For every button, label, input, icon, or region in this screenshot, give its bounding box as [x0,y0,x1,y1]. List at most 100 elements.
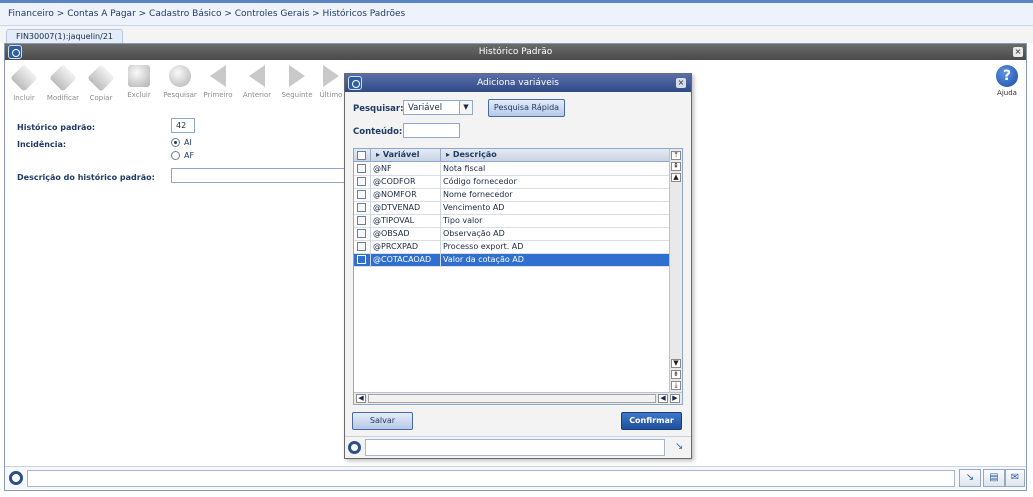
ajuda-label: Ajuda [997,89,1017,97]
last-record-icon [323,65,339,87]
table-row[interactable]: @DTVENAD Vencimento AD [354,202,670,215]
row-checkbox[interactable] [357,190,366,199]
incidencia-label: Incidência: [17,140,67,149]
confirmar-button[interactable]: Confirmar [621,412,682,430]
conteudo-label: Conteúdo: [353,127,403,137]
excluir-label: Excluir [127,91,151,99]
horizontal-scroll-thumb[interactable] [368,394,656,403]
adiciona-variaveis-dialog: Adiciona variáveis × Pesquisar: Variável… [344,73,692,459]
scroll-bottom-icon[interactable]: ⤓ [671,381,681,390]
horizontal-scrollbar[interactable]: ◀ ◀ ▶ [354,392,682,404]
seguinte-label: Seguinte [281,91,313,99]
incluir-button[interactable]: Incluir [9,64,39,102]
modificar-label: Modificar [46,94,80,102]
status-icon [9,471,23,485]
grid-header: ▸ Variável ▸ Descrição [354,149,670,162]
ultimo-button[interactable]: Último [317,65,345,99]
select-all-checkbox[interactable] [357,151,366,160]
row-checkbox[interactable] [357,242,366,251]
conteudo-input[interactable] [403,123,460,138]
row-checkbox[interactable] [357,177,366,186]
app-icon [8,45,22,59]
row-variavel: @COTACAOAD [370,254,440,267]
descricao-field[interactable] [171,168,347,183]
anterior-button[interactable]: Anterior [239,65,275,99]
table-row[interactable]: @TIPOVAL Tipo valor [354,215,670,228]
pesquisar-select[interactable]: Variável ▼ [403,100,473,115]
table-row[interactable]: @NF Nota fiscal [354,163,670,176]
row-descricao: Nome fornecedor [440,189,670,202]
scroll-down-icon[interactable]: ▼ [671,359,681,368]
column-variavel-label: Variável [382,150,420,159]
tab-fin30007[interactable]: FIN30007(1):jaquelin/21 [6,29,123,43]
copy-icon [87,64,115,92]
ajuda-button[interactable]: ? Ajuda [996,65,1018,97]
historico-padrao-field[interactable]: 42 [171,118,195,133]
resize-icon[interactable]: ↘ [959,469,981,487]
breadcrumb[interactable]: Financeiro > Contas A Pagar > Cadastro B… [0,3,1033,26]
radio-ai[interactable]: AI [171,138,192,147]
pesquisar-button[interactable]: Pesquisar [161,65,199,99]
seguinte-button[interactable]: Seguinte [279,65,315,99]
add-icon [10,64,38,92]
print-icon[interactable]: ▤ [983,469,1005,487]
row-descricao: Observação AD [440,228,670,241]
row-checkbox[interactable] [357,203,366,212]
pesquisar-label: Pesquisar [163,91,197,99]
pesquisar-select-value: Variável [408,103,443,113]
row-checkbox[interactable] [357,229,366,238]
page-up-icon[interactable]: ⇞ [671,162,681,171]
pesquisa-rapida-button[interactable]: Pesquisa Rápida [488,99,565,117]
table-row[interactable]: @CODFOR Código fornecedor [354,176,670,189]
scroll-left-icon[interactable]: ◀ [356,394,366,403]
first-record-icon [210,65,226,87]
excluir-button[interactable]: Excluir [123,65,155,99]
window-title: Histórico Padrão [478,47,553,57]
scroll-right-icon[interactable]: ▶ [670,394,680,403]
dialog-close-icon[interactable]: × [676,78,686,88]
copiar-button[interactable]: Copiar [85,64,117,102]
dialog-status-bar: ↘ [345,436,691,458]
row-descricao: Valor da cotação AD [440,254,670,267]
row-checkbox[interactable] [357,255,366,264]
trash-icon [128,65,150,87]
edit-icon [49,64,77,92]
variaveis-grid: ▸ Variável ▸ Descrição @NF Nota fiscal @… [353,148,683,405]
ultimo-label: Último [319,91,343,99]
primeiro-label: Primeiro [203,91,233,99]
copiar-label: Copiar [89,94,113,102]
row-checkbox[interactable] [357,164,366,173]
salvar-button[interactable]: Salvar [352,412,413,430]
column-descricao-label: Descrição [452,150,497,159]
scroll-left-end-icon[interactable]: ◀ [658,394,668,403]
table-row[interactable]: @PRCXPAD Processo export. AD [354,241,670,254]
scroll-top-icon[interactable]: ⤒ [671,151,681,160]
close-icon[interactable]: × [1013,47,1023,57]
row-descricao: Nota fiscal [440,163,670,176]
column-variavel[interactable]: ▸ Variável [370,149,440,162]
column-descricao[interactable]: ▸ Descrição [440,149,670,162]
scroll-up-icon[interactable]: ▲ [671,173,681,182]
primeiro-button[interactable]: Primeiro [201,65,235,99]
dialog-resize-icon[interactable]: ↘ [675,442,685,452]
message-icon[interactable]: ✉ [1005,469,1025,487]
row-descricao: Vencimento AD [440,202,670,215]
next-icon [289,65,305,87]
table-row[interactable]: @OBSAD Observação AD [354,228,670,241]
table-row-selected[interactable]: @COTACAOAD Valor da cotação AD [354,254,670,267]
page-down-icon[interactable]: ⇟ [671,370,681,379]
status-bar: ↘ ▤ ✉ [5,466,1026,490]
table-row[interactable]: @NOMFOR Nome fornecedor [354,189,670,202]
modificar-button[interactable]: Modificar [43,64,83,102]
row-variavel: @DTVENAD [370,202,440,215]
vertical-scrollbar[interactable]: ⤒ ⇞ ▲ ▼ ⇟ ⤓ [669,149,682,393]
descricao-label: Descrição do histórico padrão: [17,173,155,182]
window-titlebar: Histórico Padrão × [5,44,1026,60]
row-checkbox[interactable] [357,216,366,225]
row-variavel: @TIPOVAL [370,215,440,228]
row-variavel: @PRCXPAD [370,241,440,254]
row-variavel: @OBSAD [370,228,440,241]
radio-ai-label: AI [184,138,192,147]
radio-af[interactable]: AF [171,151,194,160]
help-icon: ? [996,65,1018,87]
